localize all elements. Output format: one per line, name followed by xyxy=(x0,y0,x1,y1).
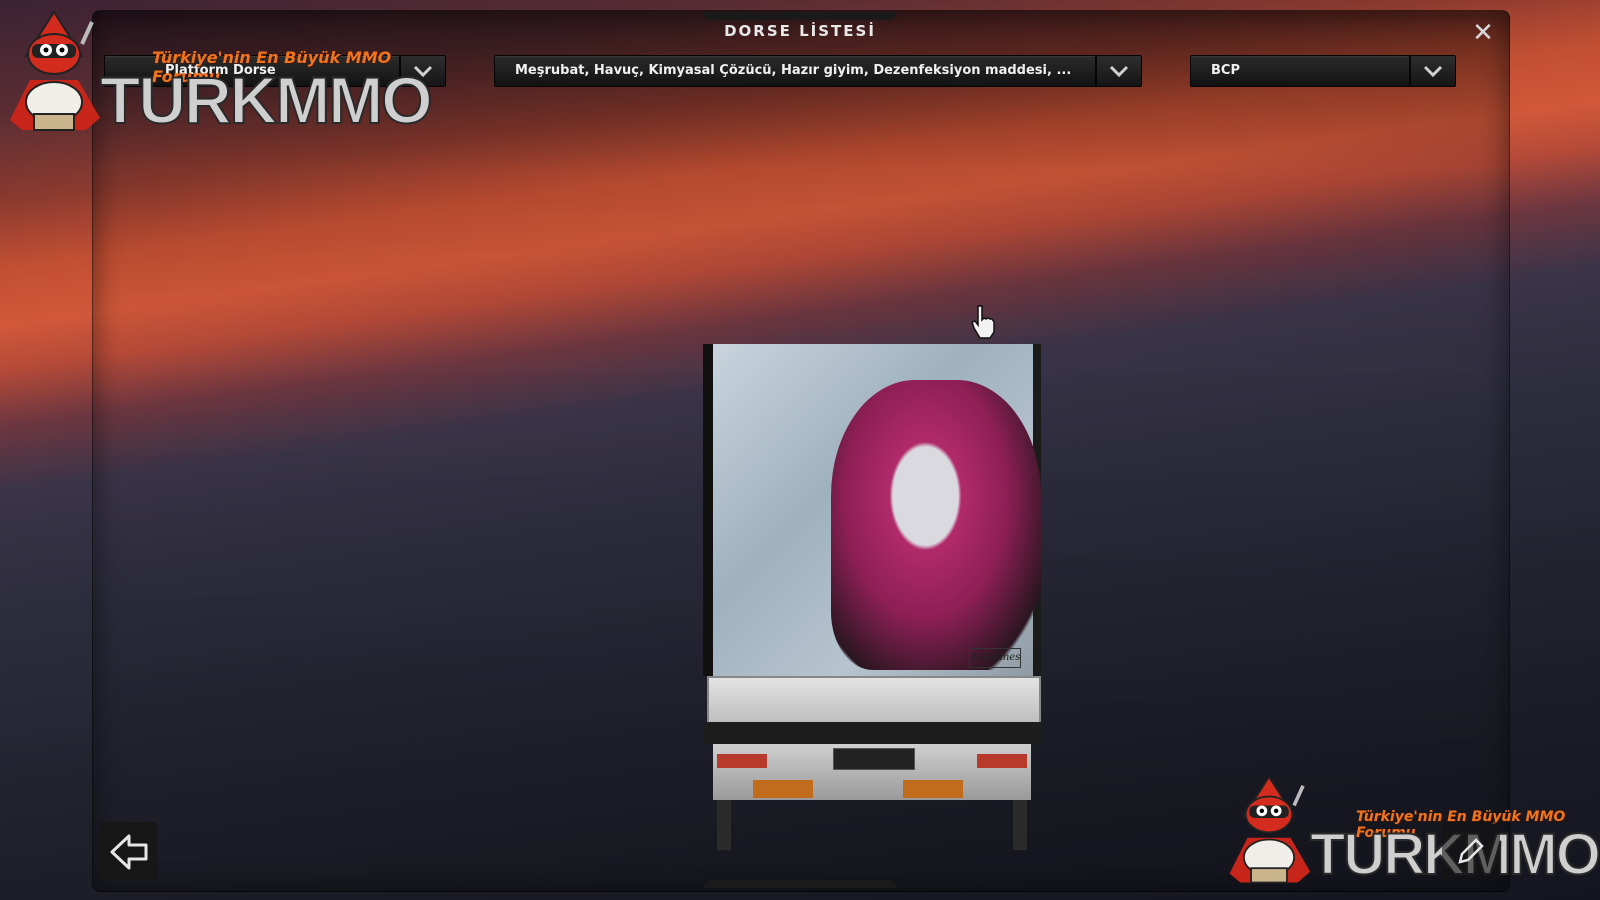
chevron-down-icon xyxy=(1109,65,1129,78)
company-dropdown[interactable]: BCP xyxy=(1190,55,1456,87)
close-icon: ✕ xyxy=(1472,18,1494,48)
back-arrow-icon xyxy=(110,834,148,870)
artwork-signature: Autolanes xyxy=(969,648,1021,668)
close-button[interactable]: ✕ xyxy=(1470,20,1496,46)
back-button[interactable] xyxy=(100,822,158,880)
tail-light-right xyxy=(977,754,1027,768)
reflector-left xyxy=(753,780,813,798)
trailer-leg-left xyxy=(717,800,731,850)
hand-cursor-icon xyxy=(971,305,995,339)
edit-icon xyxy=(1458,838,1484,864)
company-value: BCP xyxy=(1211,63,1240,78)
bottom-tab xyxy=(704,880,896,888)
company-dropdown-toggle[interactable] xyxy=(1409,56,1455,86)
title-tab xyxy=(704,12,896,20)
logo-name: TURKMMO xyxy=(99,62,434,138)
trailer-skin-panel: Autolanes xyxy=(703,344,1041,676)
cargo-value: Meşrubat, Havuç, Kimyasal Çözücü, Hazır … xyxy=(515,63,1072,78)
cargo-dropdown-toggle[interactable] xyxy=(1095,56,1141,86)
trailer-preview: Autolanes xyxy=(703,344,1041,856)
tail-light-left xyxy=(717,754,767,768)
window-title: DORSE LİSTESİ xyxy=(724,22,876,40)
trailer-leg-right xyxy=(1013,800,1027,850)
license-plate xyxy=(833,748,915,770)
mascot-icon xyxy=(10,10,100,131)
edit-button[interactable] xyxy=(1442,822,1500,880)
trailer-rear-doors xyxy=(707,676,1041,726)
turkmmo-watermark-logo: Türkiye'nin En Büyük MMO Forumu TURKMMO xyxy=(2,10,434,138)
reflector-right xyxy=(903,780,963,798)
heart-snow-artwork xyxy=(831,380,1041,670)
chevron-down-icon xyxy=(1423,65,1443,78)
cargo-dropdown[interactable]: Meşrubat, Havuç, Kimyasal Çözücü, Hazır … xyxy=(494,55,1142,87)
trailer-chassis-bar xyxy=(703,722,1041,744)
trailer-bumper xyxy=(713,744,1031,800)
turkmmo-watermark-logo-bottom: Türkiye'nin En Büyük MMO Forumu TURKMMO xyxy=(1222,775,1600,888)
mascot-icon xyxy=(1229,775,1311,884)
